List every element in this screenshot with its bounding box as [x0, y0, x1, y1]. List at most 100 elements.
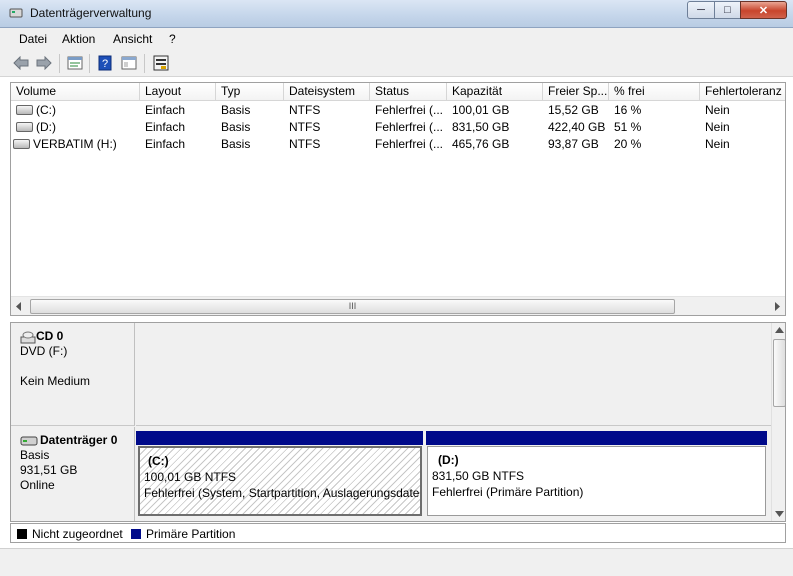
- minimize-icon: ─: [697, 4, 705, 16]
- console-icon: [121, 56, 137, 70]
- cd-empty-area: [136, 323, 771, 426]
- menu-help[interactable]: ?: [169, 32, 176, 46]
- cell-dateisystem: NTFS: [289, 103, 321, 117]
- cd-medium: Kein Medium: [20, 374, 91, 388]
- cell-status: Fehlerfrei (...: [375, 137, 444, 151]
- cell-status: Fehlerfrei (...: [375, 120, 444, 134]
- column-header-status[interactable]: Status: [370, 83, 447, 101]
- cell-layout: Einfach: [145, 103, 186, 117]
- toolbar-separator: [89, 54, 90, 73]
- cell-prozent-frei: 16 %: [614, 103, 642, 117]
- partition-bar-c: [136, 431, 423, 445]
- partition-d[interactable]: (D:) 831,50 GB NTFS Fehlerfrei (Primäre …: [427, 446, 766, 516]
- cell-prozent-frei: 20 %: [614, 137, 642, 151]
- column-header-prozent-frei[interactable]: % frei: [609, 83, 700, 101]
- close-icon: ✕: [758, 4, 769, 17]
- cell-typ: Basis: [221, 103, 251, 117]
- disk0-name: Datenträger 0: [40, 433, 118, 447]
- menu-datei[interactable]: Datei: [19, 32, 47, 46]
- cell-dateisystem: NTFS: [289, 137, 321, 151]
- cell-kapazitaet: 100,01 GB: [452, 103, 510, 117]
- maximize-icon: □: [724, 4, 731, 16]
- toolbar-separator: [144, 54, 145, 73]
- cell-volume: (D:): [36, 120, 56, 134]
- status-bar: [0, 548, 793, 576]
- partition-bar-d: [426, 431, 767, 445]
- forward-button[interactable]: [35, 54, 53, 72]
- legend-label-primary: Primäre Partition: [146, 527, 236, 541]
- legend: Nicht zugeordnet Primäre Partition: [10, 523, 786, 543]
- cell-layout: Einfach: [145, 120, 186, 134]
- back-button[interactable]: [12, 54, 30, 72]
- disk0-state: Online: [20, 478, 55, 492]
- horizontal-scrollbar[interactable]: III: [11, 296, 785, 315]
- cell-status: Fehlerfrei (...: [375, 103, 444, 117]
- cell-dateisystem: NTFS: [289, 120, 321, 134]
- column-header-fehlertoleranz[interactable]: Fehlertoleranz: [700, 83, 785, 101]
- close-button[interactable]: ✕: [740, 1, 787, 19]
- column-header-dateisystem[interactable]: Dateisystem: [284, 83, 370, 101]
- disk0-type: Basis: [20, 448, 50, 462]
- horizontal-scroll-thumb[interactable]: III: [30, 299, 675, 314]
- menu-ansicht[interactable]: Ansicht: [113, 32, 152, 46]
- maximize-button[interactable]: □: [714, 1, 741, 19]
- disk-label-cd0[interactable]: CD 0 DVD (F:) Kein Medium: [11, 323, 135, 426]
- column-header-volume[interactable]: Volume: [11, 83, 140, 101]
- console-button[interactable]: [120, 54, 138, 72]
- help-button[interactable]: ?: [96, 54, 114, 72]
- cell-freier-speicher: 15,52 GB: [548, 103, 599, 117]
- table-row[interactable]: VERBATIM (H:) Einfach Basis NTFS Fehlerf…: [11, 136, 785, 153]
- back-icon: [13, 56, 29, 70]
- minimize-button[interactable]: ─: [687, 1, 715, 19]
- cell-fehlertoleranz: Nein: [705, 137, 730, 151]
- table-row[interactable]: (C:) Einfach Basis NTFS Fehlerfrei (... …: [11, 102, 785, 119]
- cell-freier-speicher: 93,87 GB: [548, 137, 599, 151]
- cell-volume: (C:): [36, 103, 56, 117]
- volume-icon: [16, 122, 33, 132]
- volume-icon: [16, 105, 33, 115]
- scroll-down-icon[interactable]: [775, 511, 784, 517]
- usb-volume-icon: [13, 139, 30, 149]
- cell-fehlertoleranz: Nein: [705, 103, 730, 117]
- menu-aktion[interactable]: Aktion: [62, 32, 95, 46]
- cell-typ: Basis: [221, 137, 251, 151]
- cd-drive-icon: [20, 331, 36, 343]
- cell-typ: Basis: [221, 120, 251, 134]
- partition-c[interactable]: (C:) 100,01 GB NTFS Fehlerfrei (System, …: [138, 446, 422, 516]
- help-icon: ?: [98, 55, 112, 71]
- toolbar-separator: [59, 54, 60, 73]
- column-header-layout[interactable]: Layout: [140, 83, 216, 101]
- cell-kapazitaet: 465,76 GB: [452, 137, 510, 151]
- hard-disk-icon: [20, 436, 38, 445]
- column-header-freier-speicher[interactable]: Freier Sp...: [543, 83, 609, 101]
- window-title: Datenträgerverwaltung: [30, 6, 152, 20]
- scroll-right-icon[interactable]: [773, 302, 781, 311]
- table-row[interactable]: (D:) Einfach Basis NTFS Fehlerfrei (... …: [11, 119, 785, 136]
- partition-c-status: Fehlerfrei (System, Startpartition, Ausl…: [144, 486, 422, 500]
- scroll-left-icon[interactable]: [15, 302, 23, 311]
- forward-icon: [36, 56, 52, 70]
- column-header-typ[interactable]: Typ: [216, 83, 284, 101]
- menu-bar: Datei Aktion Ansicht ?: [0, 28, 793, 50]
- legend-swatch-unallocated: [17, 529, 27, 539]
- volume-list: Volume Layout Typ Dateisystem Status Kap…: [10, 82, 786, 316]
- disk-settings-icon: [153, 55, 169, 71]
- disk-settings-button[interactable]: [152, 54, 170, 72]
- cell-layout: Einfach: [145, 137, 186, 151]
- scroll-up-icon[interactable]: [775, 327, 784, 333]
- column-header-kapazitaet[interactable]: Kapazität: [447, 83, 543, 101]
- disk-label-disk0[interactable]: Datenträger 0 Basis 931,51 GB Online: [11, 427, 135, 521]
- vertical-scrollbar[interactable]: [771, 323, 785, 521]
- properties-button[interactable]: [66, 54, 84, 72]
- cell-kapazitaet: 831,50 GB: [452, 120, 510, 134]
- cell-fehlertoleranz: Nein: [705, 120, 730, 134]
- vertical-scroll-thumb[interactable]: [773, 339, 785, 407]
- cell-prozent-frei: 51 %: [614, 120, 642, 134]
- scroll-grip-icon: III: [348, 301, 357, 311]
- cell-volume: VERBATIM (H:): [33, 137, 117, 151]
- legend-swatch-primary: [131, 529, 141, 539]
- partition-c-letter: (C:): [148, 454, 169, 468]
- cell-freier-speicher: 422,40 GB: [548, 120, 606, 134]
- disk-view: CD 0 DVD (F:) Kein Medium Datenträger 0 …: [10, 322, 786, 522]
- cd-name: CD 0: [36, 329, 64, 343]
